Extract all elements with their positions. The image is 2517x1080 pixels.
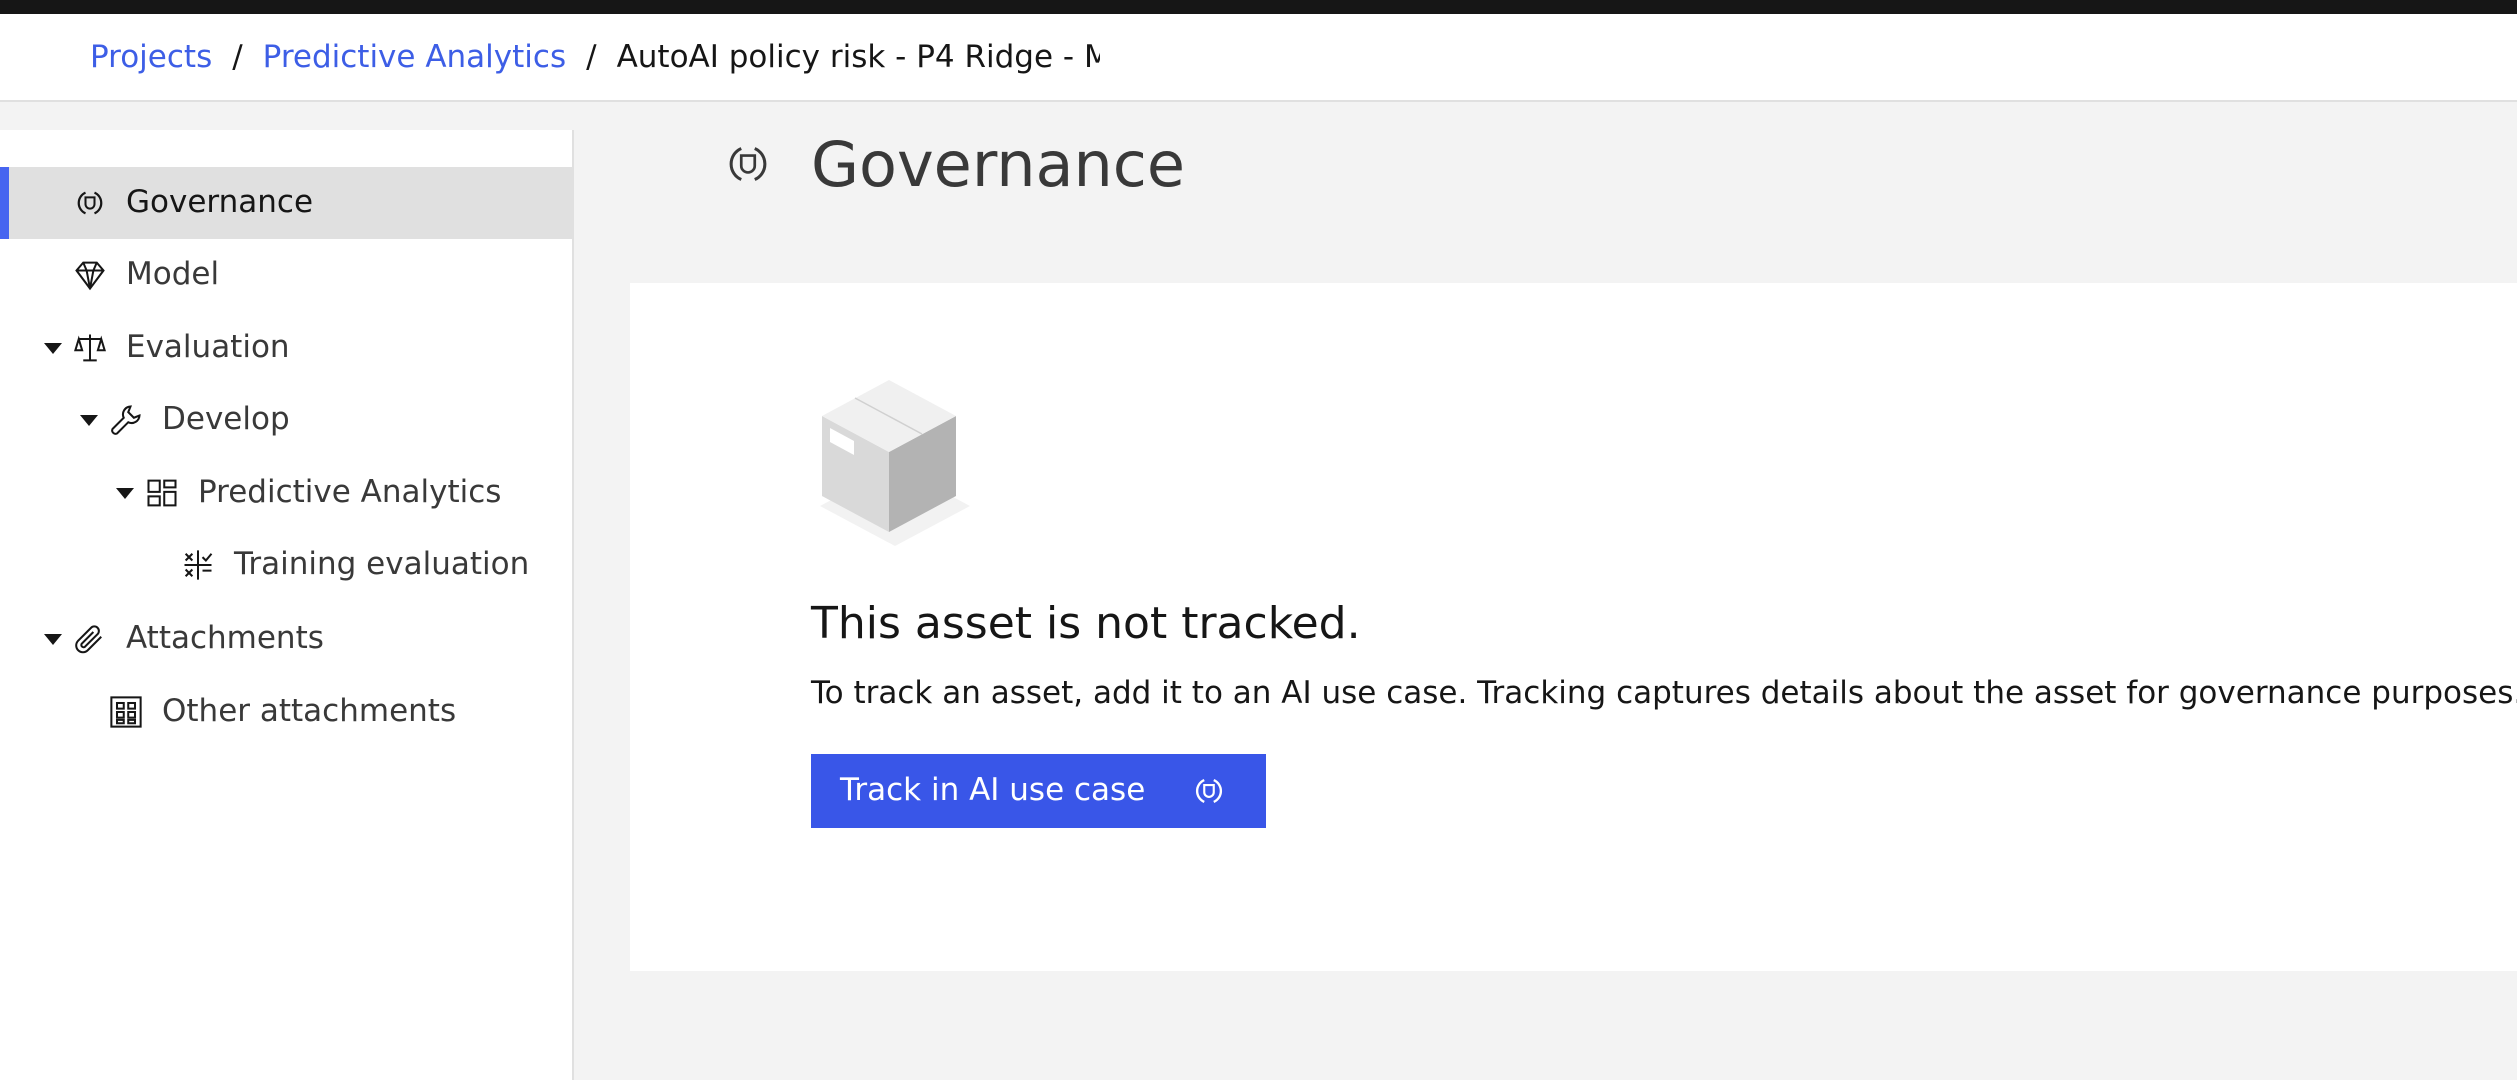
sidebar-item-label: Evaluation: [126, 329, 290, 365]
breadcrumb: Projects / Predictive Analytics / AutoAI…: [90, 14, 1100, 100]
attachments-grid-icon: [108, 694, 144, 730]
sidebar-item-label: Governance: [126, 184, 314, 220]
top-bar: [0, 0, 2517, 14]
sidebar-item-evaluation[interactable]: Evaluation: [0, 312, 572, 384]
sidebar-item-model[interactable]: Model: [0, 239, 572, 311]
scale-icon: [72, 330, 108, 366]
sidebar-item-predictive-analytics[interactable]: Predictive Analytics: [0, 457, 572, 529]
breadcrumb-separator: /: [586, 39, 597, 75]
grid-icon: [144, 475, 180, 511]
button-label: Track in AI use case: [840, 772, 1146, 808]
chevron-down-icon[interactable]: [44, 343, 62, 354]
sidebar-item-label: Develop: [162, 401, 290, 437]
wrench-icon: [108, 402, 144, 438]
chevron-down-icon[interactable]: [80, 415, 98, 426]
governance-icon: [72, 185, 108, 221]
breadcrumb-link-predictive-analytics[interactable]: Predictive Analytics: [263, 39, 566, 75]
breadcrumb-bar: Projects / Predictive Analytics / AutoAI…: [0, 14, 2517, 102]
sidebar-item-label: Training evaluation: [234, 546, 530, 582]
empty-state-description: To track an asset, add it to an AI use c…: [811, 675, 2517, 711]
box-icon: [820, 380, 970, 546]
sidebar-item-label: Predictive Analytics: [198, 474, 502, 510]
track-in-ai-use-case-button[interactable]: Track in AI use case: [811, 754, 1266, 828]
sidebar-item-label: Other attachments: [162, 693, 457, 729]
breadcrumb-link-projects[interactable]: Projects: [90, 39, 212, 75]
chevron-down-icon[interactable]: [44, 634, 62, 645]
sidebar-item-label: Attachments: [126, 620, 324, 656]
paperclip-icon: [72, 621, 108, 657]
empty-state-title: This asset is not tracked.: [811, 598, 1361, 649]
governance-icon: [721, 137, 775, 191]
sidebar: Governance Model Evaluation Develop Pred…: [0, 130, 574, 1080]
sidebar-item-governance[interactable]: Governance: [0, 167, 572, 239]
sidebar-item-label: Model: [126, 256, 220, 292]
page-title: Governance: [811, 128, 1186, 201]
breadcrumb-separator: /: [232, 39, 243, 75]
sidebar-item-other-attachments[interactable]: Other attachments: [0, 676, 572, 748]
diamond-icon: [72, 257, 108, 293]
sidebar-item-develop[interactable]: Develop: [0, 384, 572, 456]
sidebar-item-training-evaluation[interactable]: Training evaluation: [0, 529, 572, 601]
training-evaluation-icon: [180, 547, 216, 583]
governance-icon: [1190, 772, 1228, 810]
sidebar-item-attachments[interactable]: Attachments: [0, 603, 572, 675]
breadcrumb-current: AutoAI policy risk - P4 Ridge - Mod: [616, 39, 1100, 75]
chevron-down-icon[interactable]: [116, 488, 134, 499]
